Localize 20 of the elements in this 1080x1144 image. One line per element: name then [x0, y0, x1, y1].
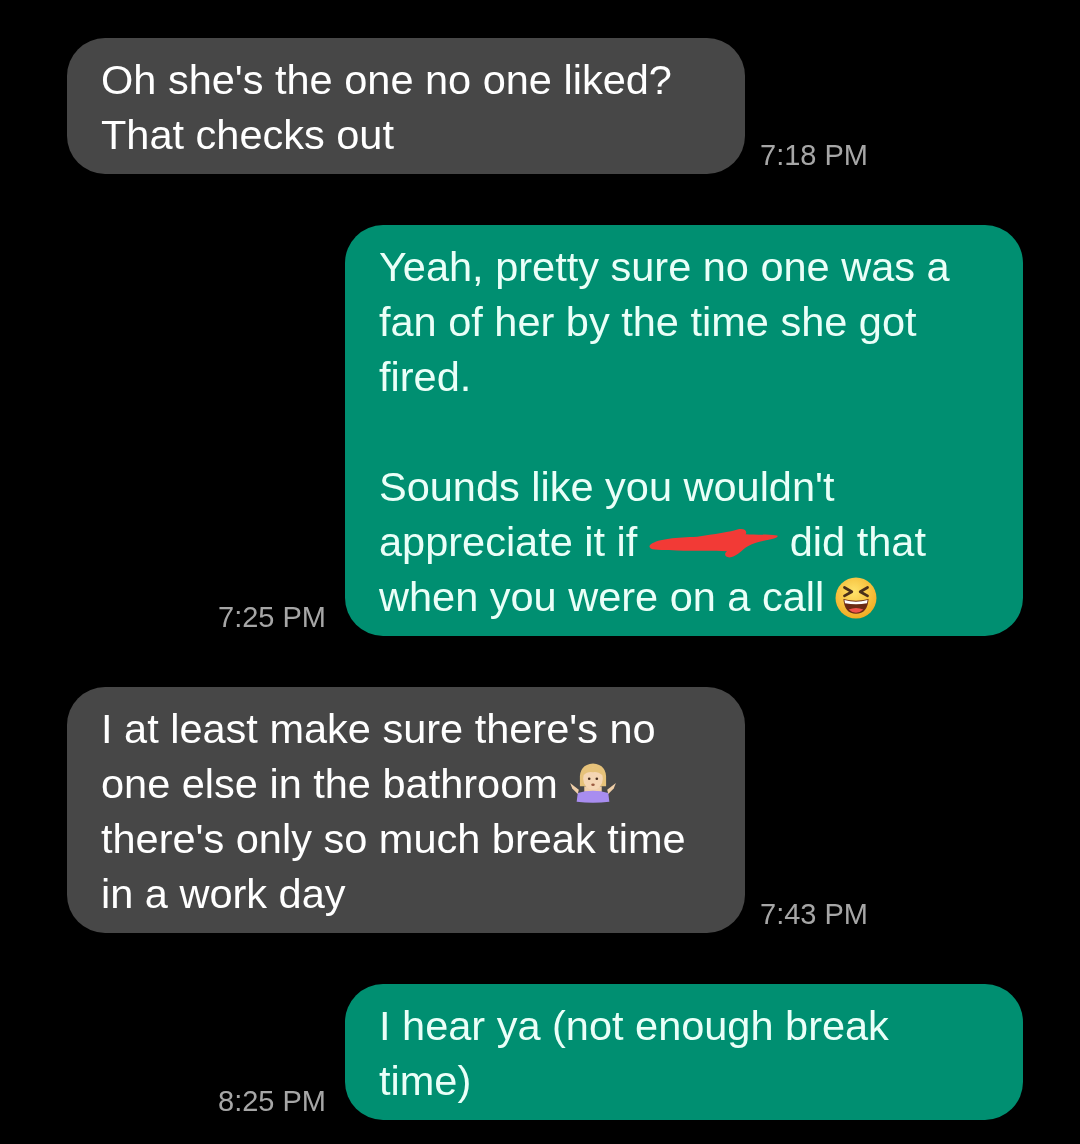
message-text: in a work day — [101, 869, 346, 919]
message-text: there's only so much break time — [101, 814, 686, 864]
message-text: I hear ya (not enough break time) — [379, 1002, 889, 1104]
message-time: 7:25 PM — [218, 600, 326, 634]
message-time: 7:18 PM — [760, 138, 868, 172]
message-bubble[interactable]: I hear ya (not enough break time) — [345, 984, 1023, 1120]
message-bubble[interactable]: Oh she's the one no one liked? That checks out — [67, 38, 745, 174]
message-text: one else in the bathroom — [101, 759, 558, 809]
message-text: did that — [789, 517, 926, 567]
message-bubble[interactable]: Yeah, pretty sure no one was a fan of her by the time she got fired. Sounds like you wouldn't appreciate it if did that when you were on a call — [345, 225, 1023, 636]
message-time: 7:43 PM — [760, 897, 868, 931]
message-text: when you were on a call — [379, 572, 825, 622]
message-text: Oh she's the one no one liked? That checks out — [101, 56, 672, 158]
message-bubble[interactable]: I at least make sure there's no one else in the bathroom there's only so much break time in a work day — [67, 687, 745, 933]
message-text: appreciate it if — [379, 517, 638, 567]
message-text: I at least make sure there's no — [101, 704, 656, 754]
message-text: Sounds like you wouldn't — [379, 462, 835, 512]
message-text: Yeah, pretty sure no one was a fan of her by the time she got fired. — [379, 243, 950, 400]
message-time: 8:25 PM — [218, 1084, 326, 1118]
laughing-face-icon — [835, 577, 878, 619]
